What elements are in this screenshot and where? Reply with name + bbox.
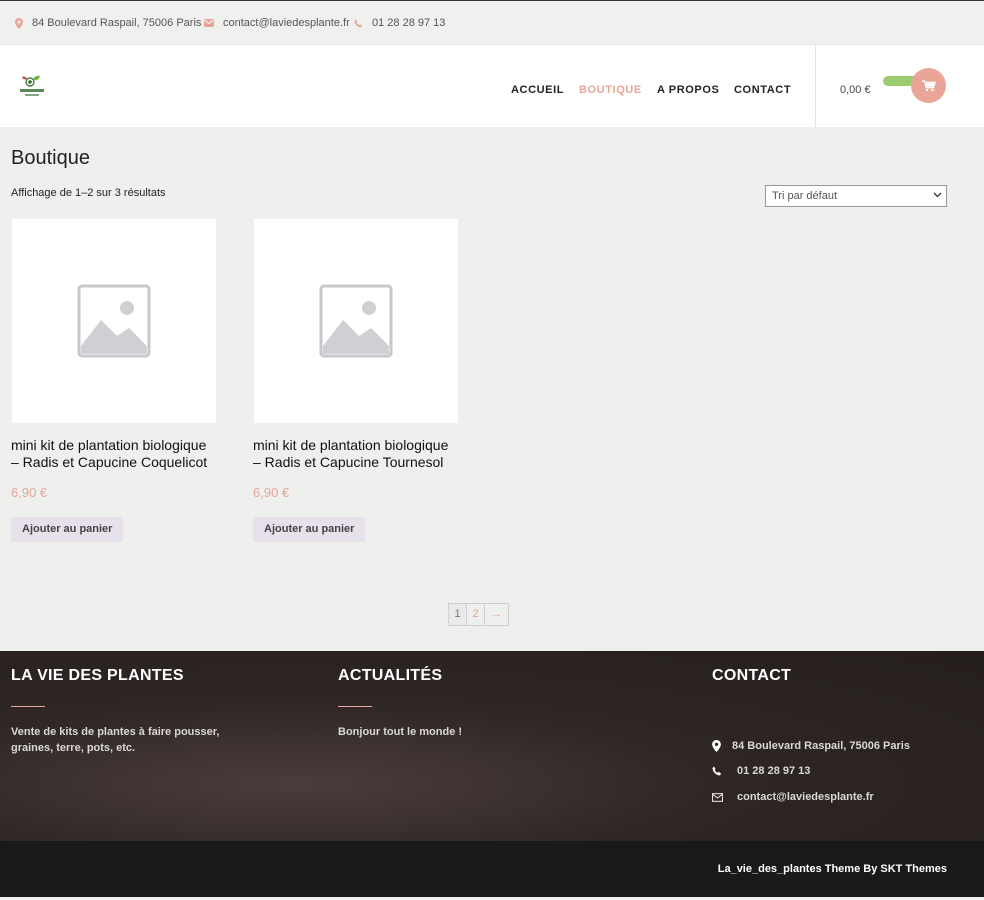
envelope-icon [204, 19, 214, 27]
topbar-phone-text: 01 28 28 97 13 [372, 17, 446, 29]
product-price: 6,90 € [253, 485, 290, 500]
nav-accueil[interactable]: ACCUEIL [511, 84, 564, 96]
leaf-logo-icon [20, 75, 44, 96]
footer-contact-heading: CONTACT [712, 667, 792, 684]
pagination: 1 2 → [448, 603, 509, 626]
next-page-arrow[interactable]: → [485, 604, 508, 625]
add-to-cart-button[interactable]: Ajouter au panier [253, 517, 366, 542]
phone-icon [712, 766, 721, 776]
theme-credit[interactable]: La_vie_des_plantes Theme By SKT Themes [718, 863, 947, 875]
product-image[interactable] [253, 218, 459, 424]
nav-contact[interactable]: CONTACT [734, 84, 791, 96]
map-pin-icon [15, 17, 23, 29]
nav-a-propos[interactable]: A PROPOS [657, 84, 719, 96]
cart-button[interactable] [911, 68, 946, 103]
sort-dropdown[interactable]: Tri par défaut [765, 185, 947, 207]
envelope-icon [712, 792, 723, 802]
footer-news-post-link[interactable]: Bonjour tout le monde ! [338, 724, 578, 740]
add-to-cart-button[interactable]: Ajouter au panier [11, 517, 124, 542]
footer-about-text: Vente de kits de plantes à faire pousser… [11, 726, 220, 754]
result-count: Affichage de 1–2 sur 3 résultats [11, 187, 166, 199]
footer-contact-email[interactable]: contact@laviedesplante.fr [712, 791, 874, 803]
page-2-link[interactable]: 2 [467, 604, 485, 625]
nav-boutique[interactable]: BOUTIQUE [579, 84, 642, 96]
product-title[interactable]: mini kit de plantation biologique – Radi… [11, 437, 217, 471]
footer-about: LA VIE DES PLANTES Vente de kits de plan… [11, 667, 251, 756]
topbar-email[interactable]: contact@laviedesplante.fr [204, 17, 350, 29]
topbar-email-text[interactable]: contact@laviedesplante.fr [223, 17, 350, 29]
site-footer: LA VIE DES PLANTES Vente de kits de plan… [0, 651, 984, 841]
footer-contact: CONTACT 84 Boulevard Raspail, 75006 Pari… [712, 667, 962, 827]
top-info-bar: 84 Boulevard Raspail, 75006 Paris contac… [0, 0, 984, 45]
footer-email-text[interactable]: contact@laviedesplante.fr [737, 791, 874, 803]
footer-bottom-bar: La_vie_des_plantes Theme By SKT Themes [0, 841, 984, 897]
phone-icon [354, 18, 363, 28]
map-pin-icon [712, 740, 721, 752]
footer-news-heading: ACTUALITÉS [338, 667, 443, 684]
footer-address-text: 84 Boulevard Raspail, 75006 Paris [732, 740, 910, 752]
footer-contact-phone: 01 28 28 97 13 [712, 765, 810, 777]
footer-contact-address: 84 Boulevard Raspail, 75006 Paris [712, 740, 910, 752]
product-price: 6,90 € [11, 485, 48, 500]
page-title: Boutique [11, 147, 90, 169]
site-logo[interactable] [19, 73, 45, 99]
site-header: ACCUEIL BOUTIQUE A PROPOS CONTACT 0,00 € [0, 45, 984, 127]
product-image[interactable] [11, 218, 217, 424]
footer-phone-text: 01 28 28 97 13 [737, 765, 811, 777]
chevron-down-icon [933, 192, 942, 198]
placeholder-image-icon [77, 284, 151, 358]
footer-about-heading: LA VIE DES PLANTES [11, 667, 184, 684]
header-divider [815, 45, 816, 127]
product-card: mini kit de plantation biologique – Radi… [253, 218, 459, 542]
sort-selected-value: Tri par défaut [772, 190, 838, 202]
topbar-address-text: 84 Boulevard Raspail, 75006 Paris [32, 17, 202, 29]
product-title[interactable]: mini kit de plantation biologique – Radi… [253, 437, 459, 471]
product-card: mini kit de plantation biologique – Radi… [11, 218, 217, 542]
heading-underline [11, 706, 45, 707]
topbar-phone: 01 28 28 97 13 [354, 17, 445, 29]
page-1-current: 1 [449, 604, 467, 625]
heading-underline [338, 706, 372, 707]
cart-total[interactable]: 0,00 € [840, 84, 871, 96]
shopping-cart-icon [921, 79, 936, 91]
topbar-address: 84 Boulevard Raspail, 75006 Paris [15, 17, 201, 29]
footer-news: ACTUALITÉS Bonjour tout le monde ! [338, 667, 578, 740]
placeholder-image-icon [319, 284, 393, 358]
